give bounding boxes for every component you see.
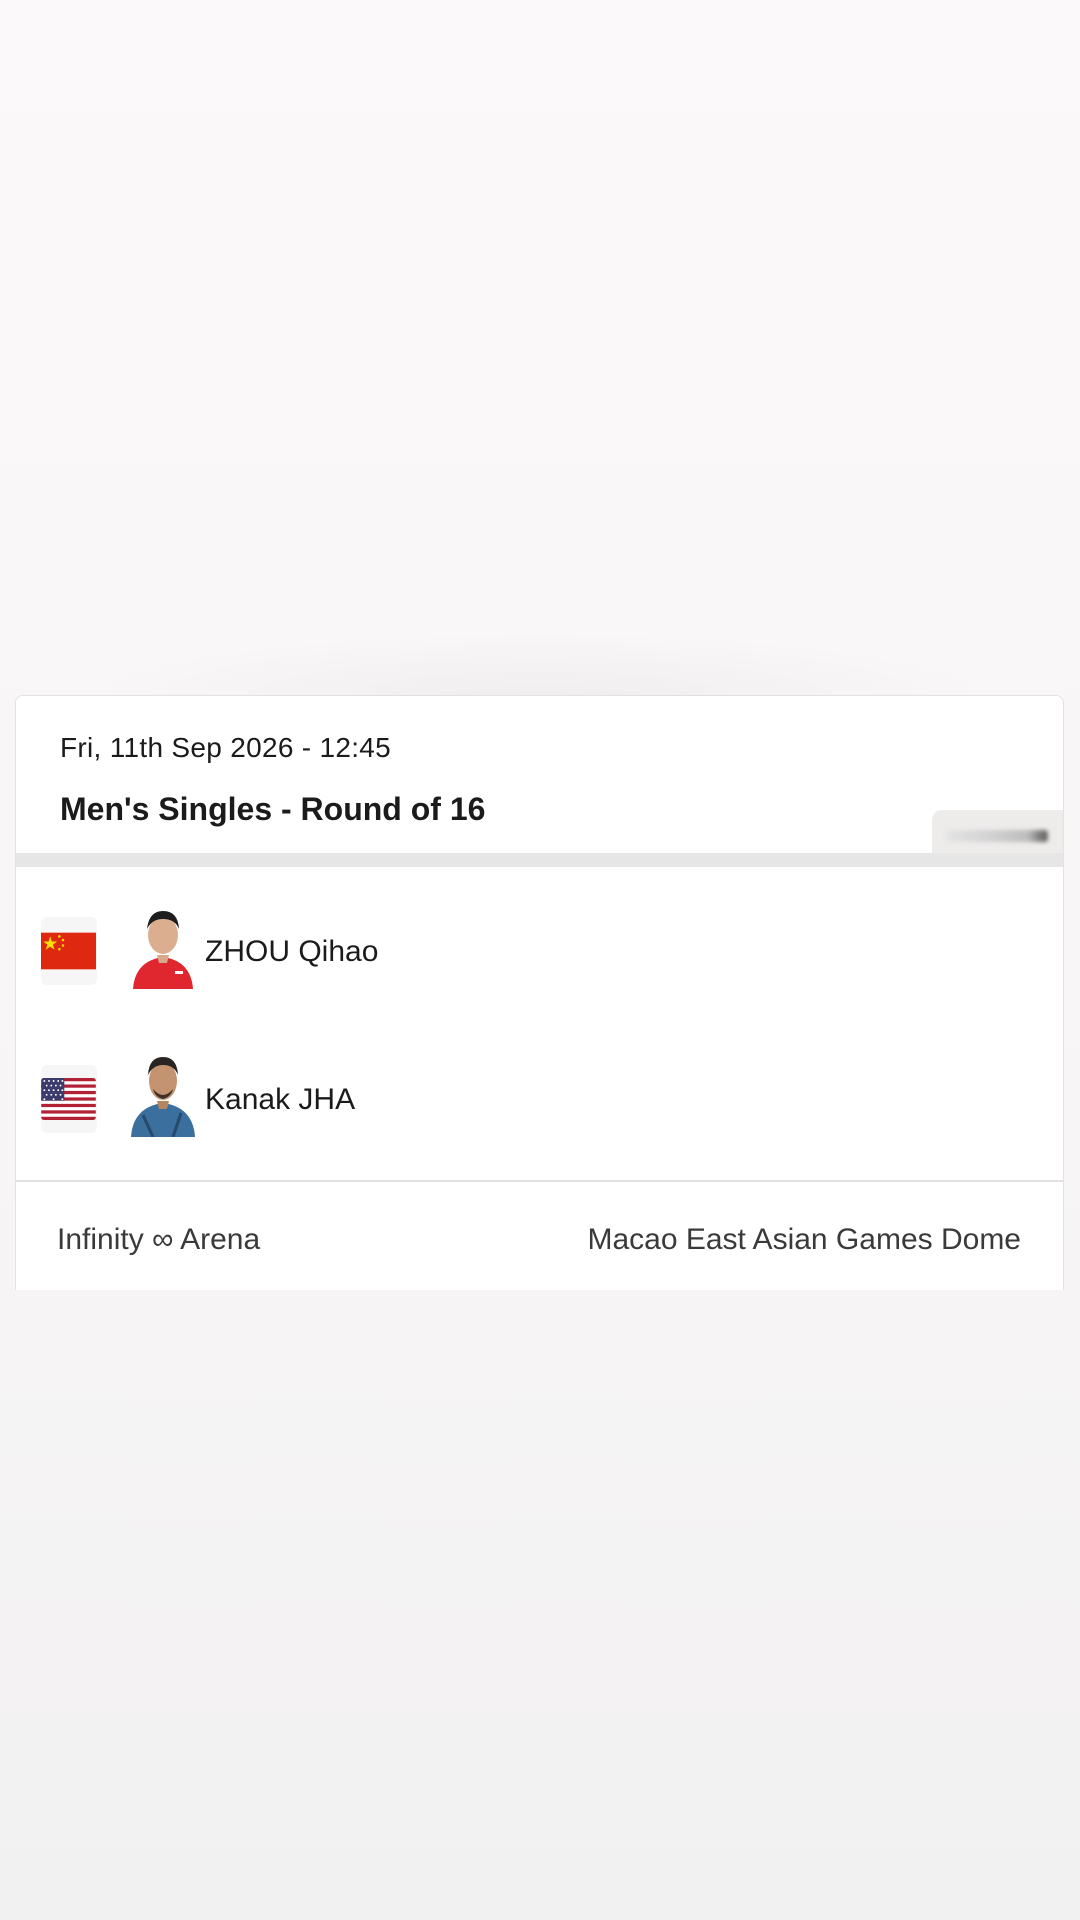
header-divider [16, 853, 1063, 867]
player-avatar [123, 897, 203, 989]
status-badge-blurred-text [946, 830, 1048, 842]
venue-arena: Infinity ∞ Arena [57, 1223, 261, 1256]
player-avatar [123, 1045, 203, 1137]
flag-container [41, 1065, 97, 1133]
player-name[interactable]: Kanak JHA [205, 1083, 355, 1117]
player-row[interactable]: Kanak JHA [16, 1045, 1063, 1155]
match-card-header: Fri, 11th Sep 2026 - 12:45 Men's Singles… [16, 696, 1063, 862]
card-top-shadow [0, 620, 1080, 700]
page: Fri, 11th Sep 2026 - 12:45 Men's Singles… [0, 0, 1080, 1920]
usa-flag-icon [41, 1078, 96, 1120]
flag-container [41, 917, 97, 985]
player-row[interactable]: ZHOU Qihao [16, 897, 1063, 1007]
china-flag-icon [41, 930, 96, 972]
match-datetime: Fri, 11th Sep 2026 - 12:45 [60, 732, 392, 763]
player-name[interactable]: ZHOU Qihao [205, 935, 378, 969]
footer-divider [16, 1180, 1063, 1182]
match-event-title: Men's Singles - Round of 16 [60, 791, 486, 827]
venue-location: Macao East Asian Games Dome [587, 1223, 1021, 1256]
match-card[interactable]: Fri, 11th Sep 2026 - 12:45 Men's Singles… [15, 695, 1064, 1290]
